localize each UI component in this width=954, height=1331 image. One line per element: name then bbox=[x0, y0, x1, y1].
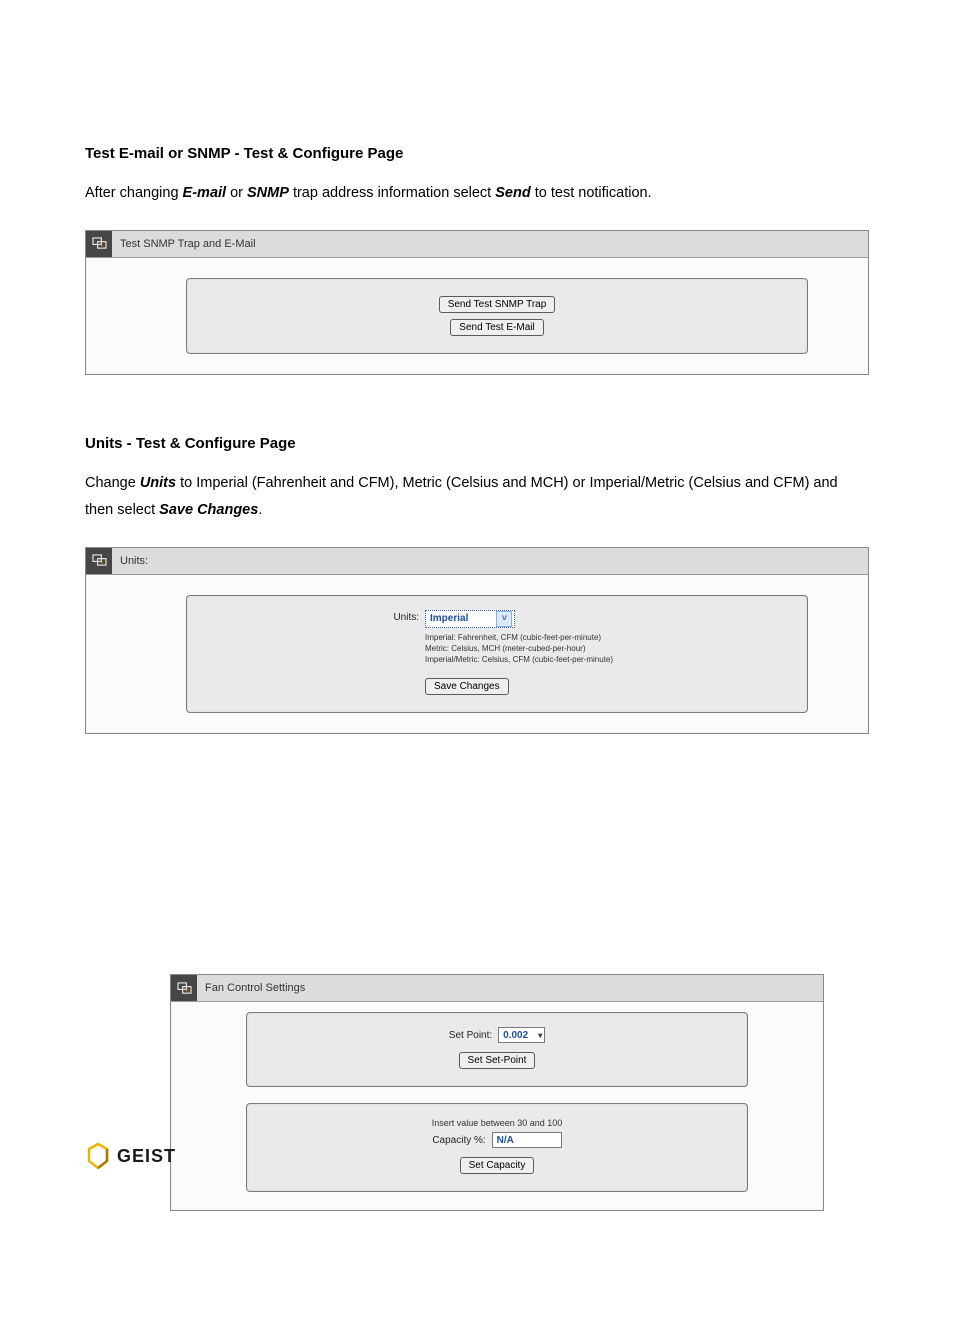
units-label: Units: bbox=[387, 610, 419, 623]
panel-icon bbox=[171, 975, 197, 1001]
text: After changing bbox=[85, 185, 183, 201]
emphasis-snmp: SNMP bbox=[247, 185, 289, 201]
desc-metric: Metric: Celsius, MCH (meter-cubed-per-ho… bbox=[425, 643, 613, 654]
emphasis-save: Save Changes bbox=[159, 502, 258, 518]
panel-title-text: Test SNMP Trap and E-Mail bbox=[112, 238, 256, 250]
emphasis-send: Send bbox=[495, 185, 530, 201]
desc-imperial-metric: Imperial/Metric: Celsius, CFM (cubic-fee… bbox=[425, 654, 613, 665]
panel-fan-control: Fan Control Settings Set Point: 0.002 ▾ … bbox=[170, 974, 824, 1211]
monitor-icon bbox=[92, 237, 107, 250]
save-changes-button[interactable]: Save Changes bbox=[425, 678, 509, 695]
capacity-hint: Insert value between 30 and 100 bbox=[432, 1118, 563, 1128]
panel-header: Test SNMP Trap and E-Mail bbox=[86, 231, 868, 258]
text: Change bbox=[85, 475, 140, 491]
desc-imperial: Imperial: Fahrenheit, CFM (cubic-feet-pe… bbox=[425, 632, 613, 643]
setpoint-box: Set Point: 0.002 ▾ Set Set-Point bbox=[246, 1012, 748, 1087]
capacity-input[interactable] bbox=[492, 1132, 562, 1148]
setpoint-label: Set Point: bbox=[449, 1030, 492, 1041]
text: or bbox=[226, 185, 247, 201]
panel-icon bbox=[86, 548, 112, 574]
section2-intro: Change Units to Imperial (Fahrenheit and… bbox=[85, 470, 869, 525]
units-select[interactable]: Imperial ˅ bbox=[425, 610, 515, 628]
chevron-down-icon: ▾ bbox=[538, 1031, 542, 1040]
panel-units: Units: Units: Imperial ˅ Imperial: Fahre… bbox=[85, 547, 869, 735]
setpoint-select[interactable]: 0.002 ▾ bbox=[498, 1027, 545, 1043]
brand-name: GEIST bbox=[117, 1146, 176, 1167]
panel-test-snmp-email: Test SNMP Trap and E-Mail Send Test SNMP… bbox=[85, 230, 869, 375]
monitor-icon bbox=[177, 982, 192, 995]
setpoint-value: 0.002 bbox=[503, 1030, 528, 1041]
panel-header: Fan Control Settings bbox=[171, 975, 823, 1002]
panel-header: Units: bbox=[86, 548, 868, 575]
emphasis-email: E-mail bbox=[183, 185, 227, 201]
emphasis-units: Units bbox=[140, 475, 176, 491]
capacity-box: Insert value between 30 and 100 Capacity… bbox=[246, 1103, 748, 1192]
brand-logo: GEIST bbox=[85, 1142, 176, 1170]
inner-box: Units: Imperial ˅ Imperial: Fahrenheit, … bbox=[186, 595, 808, 714]
shield-icon bbox=[85, 1142, 111, 1170]
text: . bbox=[258, 502, 262, 518]
set-capacity-button[interactable]: Set Capacity bbox=[460, 1157, 535, 1174]
inner-box: Send Test SNMP Trap Send Test E-Mail bbox=[186, 278, 808, 354]
section1-title: Test E-mail or SNMP - Test & Configure P… bbox=[85, 145, 869, 162]
text: to test notification. bbox=[531, 185, 652, 201]
send-test-snmp-trap-button[interactable]: Send Test SNMP Trap bbox=[439, 296, 556, 313]
monitor-icon bbox=[92, 554, 107, 567]
capacity-label: Capacity %: bbox=[432, 1135, 485, 1146]
chevron-down-icon: ˅ bbox=[496, 611, 512, 627]
send-test-email-button[interactable]: Send Test E-Mail bbox=[450, 319, 543, 336]
text: trap address information select bbox=[289, 185, 495, 201]
section1-intro: After changing E-mail or SNMP trap addre… bbox=[85, 180, 869, 208]
panel-title-text: Fan Control Settings bbox=[197, 982, 305, 994]
units-select-value: Imperial bbox=[430, 613, 468, 624]
set-setpoint-button[interactable]: Set Set-Point bbox=[459, 1052, 536, 1069]
panel-icon bbox=[86, 231, 112, 257]
units-descriptions: Imperial: Fahrenheit, CFM (cubic-feet-pe… bbox=[425, 632, 613, 666]
section2-title: Units - Test & Configure Page bbox=[85, 435, 869, 452]
panel-title-text: Units: bbox=[112, 555, 148, 567]
units-form-row: Units: Imperial ˅ Imperial: Fahrenheit, … bbox=[387, 610, 613, 699]
